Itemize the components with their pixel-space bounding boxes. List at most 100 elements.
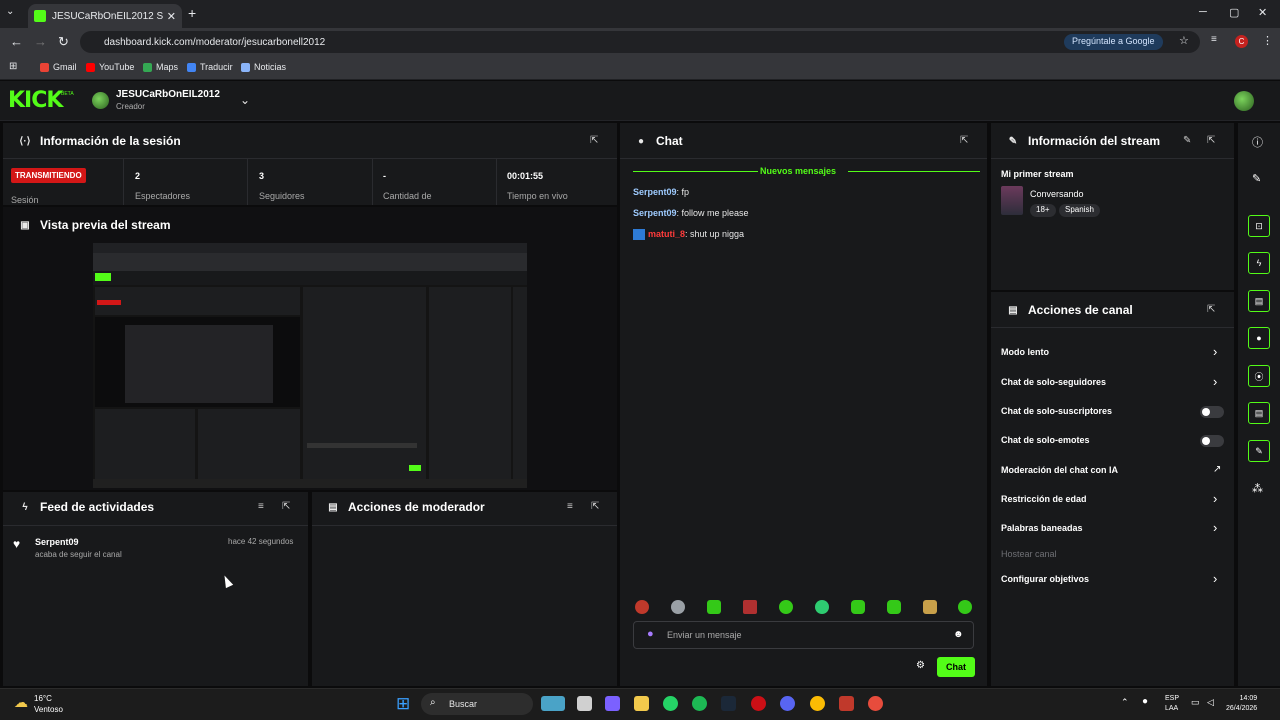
chat-send-button[interactable]: Chat bbox=[937, 657, 975, 677]
action-followers-only[interactable]: Chat de solo-seguidores bbox=[1001, 377, 1106, 387]
bookmark-star-icon[interactable]: ☆ bbox=[1179, 34, 1189, 47]
chat-username[interactable]: Serpent09 bbox=[633, 187, 677, 197]
focus-icon[interactable]: ⊡ bbox=[1248, 215, 1270, 237]
reload-icon[interactable]: ↻ bbox=[58, 34, 69, 50]
info-icon[interactable]: ⓘ bbox=[1252, 134, 1263, 150]
emoji-icon[interactable]: ☻ bbox=[953, 629, 964, 640]
app-icon[interactable] bbox=[868, 696, 883, 711]
action-slow-mode[interactable]: Modo lento bbox=[1001, 347, 1049, 357]
browser-tab[interactable]: JESUCaRbOnEIL2012 Stream - K ✕ bbox=[28, 4, 182, 28]
popout-icon[interactable]: ⇱ bbox=[960, 135, 968, 146]
microphone-icon[interactable]: ● bbox=[1142, 696, 1148, 707]
emote-icon[interactable] bbox=[779, 600, 793, 614]
forward-icon[interactable]: → bbox=[34, 34, 47, 49]
url-bar[interactable]: dashboard.kick.com/moderator/jesucarbone… bbox=[80, 31, 1200, 53]
emote-icon[interactable] bbox=[671, 600, 685, 614]
popout-icon[interactable]: ⇱ bbox=[590, 135, 598, 146]
chevron-up-icon[interactable]: ⌃ bbox=[1121, 697, 1129, 708]
bookmark-gmail[interactable]: Gmail bbox=[40, 62, 77, 72]
emote-icon[interactable] bbox=[958, 600, 972, 614]
windows-start-icon[interactable]: ⊞ bbox=[396, 694, 410, 714]
weather-widget[interactable]: 16°C Ventoso bbox=[34, 693, 63, 715]
emote-icon[interactable] bbox=[851, 600, 865, 614]
widgets-icon[interactable]: ⁂ bbox=[1252, 482, 1263, 495]
steam-icon[interactable] bbox=[721, 696, 736, 711]
new-tab-icon[interactable]: + bbox=[188, 5, 196, 21]
minimize-icon[interactable]: ─ bbox=[1199, 6, 1207, 18]
close-tab-icon[interactable]: ✕ bbox=[167, 10, 176, 23]
language-indicator[interactable]: ESP LAA bbox=[1165, 694, 1179, 714]
emote-icon[interactable] bbox=[887, 600, 901, 614]
action-configure-goals[interactable]: Configurar objetivos bbox=[1001, 574, 1089, 584]
chevron-right-icon[interactable]: › bbox=[1213, 491, 1217, 506]
kick-logo[interactable]: KICK bbox=[8, 88, 63, 113]
popout-icon[interactable]: ⇱ bbox=[282, 501, 290, 512]
server-icon[interactable]: ▤ bbox=[1248, 402, 1270, 424]
reading-list-icon[interactable]: ≡ bbox=[1211, 34, 1217, 45]
user-avatar[interactable] bbox=[1234, 91, 1254, 111]
edit-pencil-icon[interactable]: ✎ bbox=[1252, 172, 1261, 185]
chevron-right-icon[interactable]: › bbox=[1213, 374, 1217, 389]
whatsapp-icon[interactable] bbox=[663, 696, 678, 711]
emotes-only-toggle[interactable] bbox=[1200, 435, 1224, 447]
popout-icon[interactable]: ⇱ bbox=[1207, 135, 1215, 146]
chat-username[interactable]: Serpent09 bbox=[633, 208, 677, 218]
emote-icon[interactable] bbox=[635, 600, 649, 614]
lightning-icon[interactable]: ϟ bbox=[1248, 252, 1270, 274]
channel-username[interactable]: JESUCaRbOnEIL2012 bbox=[116, 89, 220, 100]
filter-icon[interactable]: ≡ bbox=[567, 501, 573, 512]
apps-grid-icon[interactable]: ⊞ bbox=[9, 61, 17, 72]
emote-icon[interactable] bbox=[743, 600, 757, 614]
bookmark-youtube[interactable]: YouTube bbox=[86, 62, 134, 72]
maximize-icon[interactable]: ▢ bbox=[1229, 6, 1239, 19]
bookmark-maps[interactable]: Maps bbox=[143, 62, 178, 72]
tab-list-icon[interactable]: ⌄ bbox=[6, 6, 14, 17]
profile-avatar[interactable]: C bbox=[1235, 35, 1248, 48]
chevron-down-icon[interactable]: ⌄ bbox=[240, 93, 250, 107]
edit-pencil-icon[interactable]: ✎ bbox=[1183, 135, 1191, 146]
discord-icon[interactable] bbox=[780, 696, 795, 711]
bookmark-traducir[interactable]: Traducir bbox=[187, 62, 233, 72]
more-menu-icon[interactable]: ⋮ bbox=[1262, 34, 1273, 47]
opera-icon[interactable] bbox=[751, 696, 766, 711]
emote-icon[interactable] bbox=[815, 600, 829, 614]
spotify-icon[interactable] bbox=[692, 696, 707, 711]
chat-username[interactable]: matuti_8 bbox=[648, 229, 685, 239]
ask-google-button[interactable]: Pregúntale a Google bbox=[1064, 34, 1163, 50]
chevron-right-icon[interactable]: › bbox=[1213, 571, 1217, 586]
subscribers-only-toggle[interactable] bbox=[1200, 406, 1224, 418]
back-icon[interactable]: ← bbox=[10, 34, 23, 49]
chat-bubble-icon[interactable]: ● bbox=[1248, 327, 1270, 349]
folder-icon[interactable] bbox=[634, 696, 649, 711]
car-widget-icon[interactable] bbox=[541, 696, 565, 711]
app-icon[interactable] bbox=[839, 696, 854, 711]
action-ai-moderation[interactable]: Moderación del chat con IA bbox=[1001, 465, 1118, 475]
emote-icon[interactable] bbox=[923, 600, 937, 614]
stream-category[interactable]: Conversando bbox=[1030, 189, 1084, 199]
feed-item-user[interactable]: Serpent09 bbox=[35, 537, 79, 547]
chat-settings-gear-icon[interactable]: ⚙ bbox=[916, 660, 925, 671]
filter-icon[interactable]: ≡ bbox=[258, 501, 264, 512]
chevron-right-icon[interactable]: › bbox=[1213, 344, 1217, 359]
taskbar-search[interactable]: Buscar bbox=[421, 693, 533, 715]
external-link-icon[interactable]: ↗ bbox=[1213, 464, 1221, 475]
volume-icon[interactable]: ◁ bbox=[1207, 697, 1214, 708]
bookmark-noticias[interactable]: Noticias bbox=[241, 62, 286, 72]
stream-preview-video[interactable] bbox=[93, 243, 527, 488]
action-banned-words[interactable]: Palabras baneadas bbox=[1001, 523, 1083, 533]
clipboard-icon[interactable]: ▤ bbox=[1248, 290, 1270, 312]
popout-icon[interactable]: ⇱ bbox=[591, 501, 599, 512]
network-icon[interactable]: ▭ bbox=[1191, 697, 1200, 708]
wrench-icon[interactable]: ✎ bbox=[1248, 440, 1270, 462]
copilot-icon[interactable] bbox=[605, 696, 620, 711]
close-window-icon[interactable]: ✕ bbox=[1258, 6, 1267, 19]
chrome-icon[interactable] bbox=[810, 696, 825, 711]
emote-icon[interactable] bbox=[707, 600, 721, 614]
microphone-icon[interactable]: ● bbox=[647, 628, 654, 640]
file-explorer-window-icon[interactable] bbox=[577, 696, 592, 711]
broadcast-icon[interactable]: ⦿ bbox=[1248, 365, 1270, 387]
chevron-right-icon[interactable]: › bbox=[1213, 520, 1217, 535]
taskbar-clock[interactable]: 14:09 26/4/2026 bbox=[1226, 694, 1257, 714]
action-age-restriction[interactable]: Restricción de edad bbox=[1001, 494, 1087, 504]
popout-icon[interactable]: ⇱ bbox=[1207, 304, 1215, 315]
